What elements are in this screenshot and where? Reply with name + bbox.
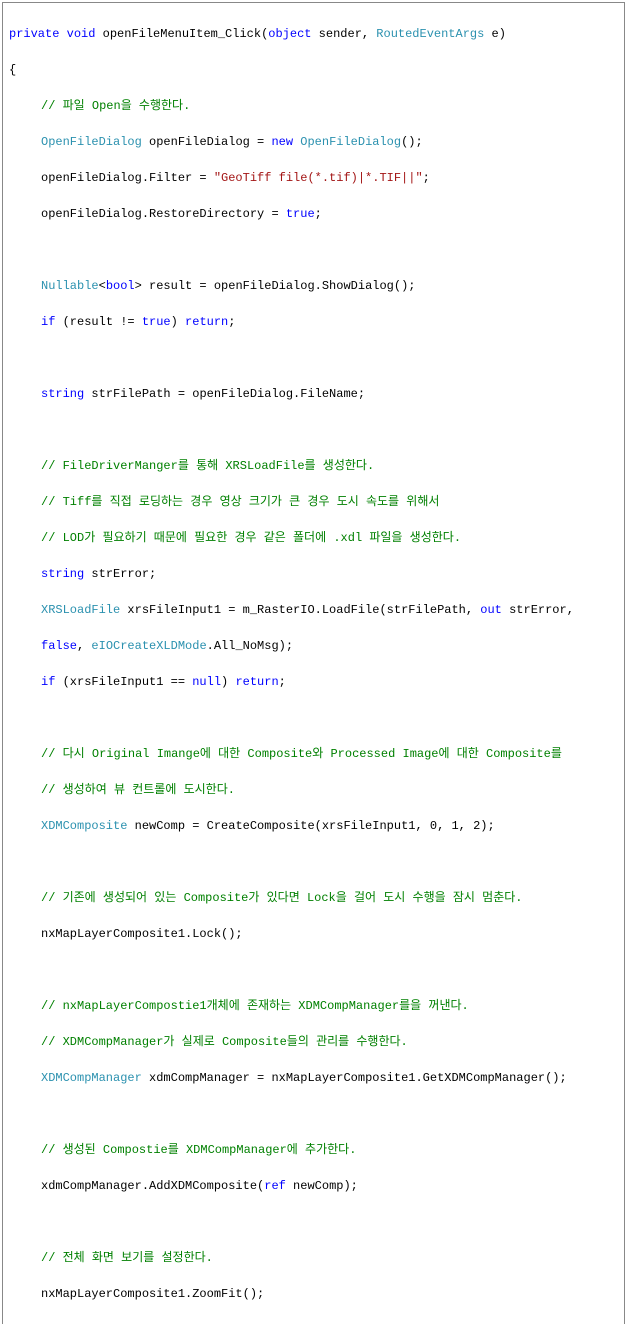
blank-line	[9, 1321, 618, 1324]
code-comment: // 기존에 생성되어 있는 Composite가 있다면 Lock을 걸어 도…	[9, 889, 618, 907]
code-comment: // 생성하여 뷰 컨트롤에 도시한다.	[9, 781, 618, 799]
blank-line	[9, 709, 618, 727]
blank-line	[9, 1105, 618, 1123]
code-line: XDMCompManager xdmCompManager = nxMapLay…	[9, 1069, 618, 1087]
code-line: string strError;	[9, 565, 618, 583]
code-line: if (xrsFileInput1 == null) return;	[9, 673, 618, 691]
code-line: xdmCompManager.AddXDMComposite(ref newCo…	[9, 1177, 618, 1195]
blank-line	[9, 853, 618, 871]
code-comment: // Tiff를 직접 로딩하는 경우 영상 크기가 큰 경우 도시 속도를 위…	[9, 493, 618, 511]
code-line: XDMComposite newComp = CreateComposite(x…	[9, 817, 618, 835]
code-comment: // 다시 Original Imange에 대한 Composite와 Pro…	[9, 745, 618, 763]
code-comment: // FileDriverManger를 통해 XRSLoadFile를 생성한…	[9, 457, 618, 475]
code-line: if (result != true) return;	[9, 313, 618, 331]
blank-line	[9, 349, 618, 367]
blank-line	[9, 241, 618, 259]
code-line: false, eIOCreateXLDMode.All_NoMsg);	[9, 637, 618, 655]
blank-line	[9, 1213, 618, 1231]
code-line: Nullable<bool> result = openFileDialog.S…	[9, 277, 618, 295]
code-line: private void openFileMenuItem_Click(obje…	[9, 25, 618, 43]
blank-line	[9, 421, 618, 439]
code-comment: // nxMapLayerCompostie1개체에 존재하는 XDMCompM…	[9, 997, 618, 1015]
code-comment: // 파일 Open을 수행한다.	[9, 97, 618, 115]
code-comment: // LOD가 필요하기 때문에 필요한 경우 같은 폴더에 .xdl 파일을 …	[9, 529, 618, 547]
code-line: nxMapLayerComposite1.ZoomFit();	[9, 1285, 618, 1303]
code-line: openFileDialog.RestoreDirectory = true;	[9, 205, 618, 223]
code-line: nxMapLayerComposite1.Lock();	[9, 925, 618, 943]
code-line: openFileDialog.Filter = "GeoTiff file(*.…	[9, 169, 618, 187]
code-line: string strFilePath = openFileDialog.File…	[9, 385, 618, 403]
code-line: {	[9, 61, 618, 79]
code-line: OpenFileDialog openFileDialog = new Open…	[9, 133, 618, 151]
code-comment: // 생성된 Compostie를 XDMCompManager에 추가한다.	[9, 1141, 618, 1159]
code-comment: // XDMCompManager가 실제로 Composite들의 관리를 수…	[9, 1033, 618, 1051]
code-line: XRSLoadFile xrsFileInput1 = m_RasterIO.L…	[9, 601, 618, 619]
code-comment: // 전체 화면 보기를 설정한다.	[9, 1249, 618, 1267]
blank-line	[9, 961, 618, 979]
code-block: private void openFileMenuItem_Click(obje…	[2, 2, 625, 1324]
